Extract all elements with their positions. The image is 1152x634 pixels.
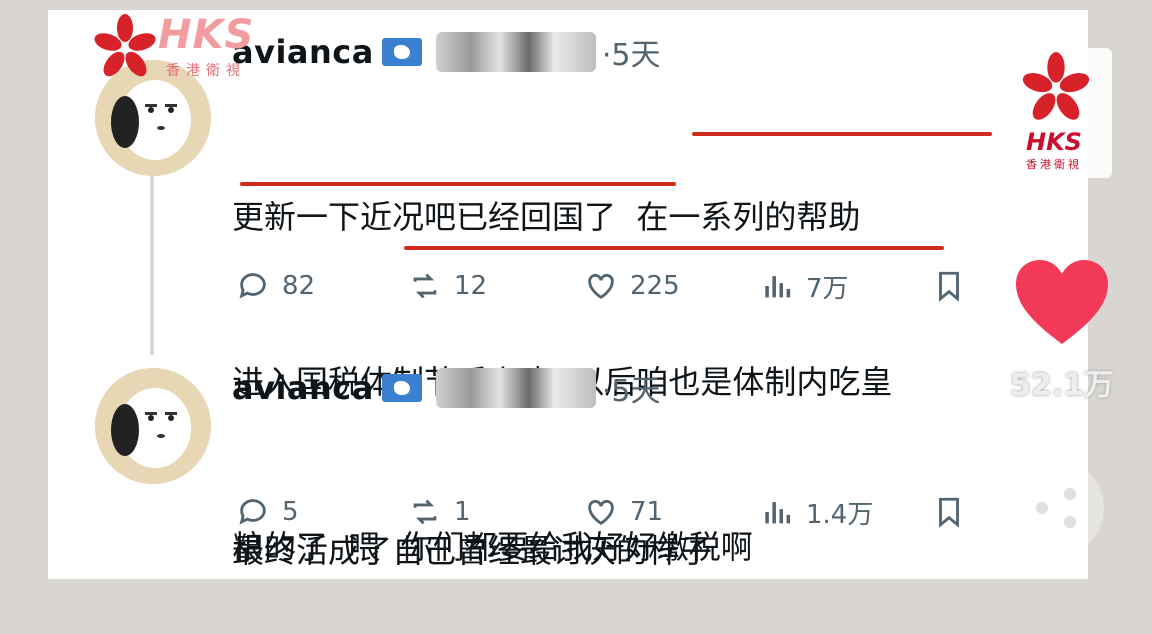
views-icon <box>765 502 791 524</box>
video-like-count: 52.1万 <box>1010 368 1115 403</box>
reply-icon <box>239 273 266 299</box>
flag-icon <box>381 374 422 402</box>
views-count: 7万 <box>806 273 849 304</box>
repost-icon <box>413 273 437 299</box>
post-actions: 82 12 225 7万 <box>236 264 996 308</box>
views-count: 1.4万 <box>806 499 874 530</box>
repost-button[interactable]: 1 <box>408 495 471 529</box>
like-icon <box>588 273 614 300</box>
avatar[interactable] <box>95 368 211 484</box>
post-header: avianca ·5天 <box>232 30 660 74</box>
repost-icon <box>413 499 437 525</box>
bauhinia-icon <box>94 14 156 77</box>
blurred-handle <box>435 32 596 72</box>
hks-watermark: HKS 香港衛視 <box>1002 48 1112 178</box>
video-like-button[interactable] <box>1012 256 1112 348</box>
share-button[interactable] <box>1008 460 1104 556</box>
share-icon <box>1036 488 1076 528</box>
post-line: 更新一下近况吧已经回国了 在一系列的帮助 <box>232 198 861 236</box>
bookmark-icon <box>939 271 959 302</box>
bauhinia-icon <box>1022 52 1090 120</box>
bookmark-button[interactable] <box>932 495 978 529</box>
snoopy-avatar-image <box>95 368 211 484</box>
reply-button[interactable]: 5 <box>236 495 299 529</box>
watermark-brand: HKS <box>158 12 255 58</box>
views-button[interactable]: 1.4万 <box>760 494 873 531</box>
post-actions: 5 1 71 1.4万 <box>236 490 996 534</box>
post-time[interactable]: ·5天 <box>602 366 661 410</box>
like-icon <box>588 499 614 526</box>
flag-icon <box>381 38 422 66</box>
thread-connector-line <box>150 150 154 355</box>
watermark-sub: 香港衛視 <box>166 63 246 79</box>
like-count: 225 <box>630 271 680 301</box>
hks-watermark: HKS 香港衛視 <box>90 12 280 82</box>
post-header: avianca ·5天 <box>232 366 660 410</box>
reply-count: 5 <box>282 497 299 527</box>
username[interactable]: avianca <box>232 369 374 407</box>
reply-count: 82 <box>282 271 316 301</box>
blurred-handle <box>435 368 596 408</box>
repost-count: 1 <box>454 497 471 527</box>
watermark-brand: HKS <box>1026 128 1082 156</box>
post-time[interactable]: ·5天 <box>602 30 661 74</box>
red-underline <box>404 246 944 250</box>
like-count: 71 <box>630 497 664 527</box>
heart-icon <box>1016 260 1108 344</box>
red-underline <box>240 182 676 186</box>
bookmark-button[interactable] <box>932 269 978 303</box>
like-button[interactable]: 225 <box>584 269 680 303</box>
repost-count: 12 <box>454 271 488 301</box>
bookmark-icon <box>939 497 959 528</box>
reply-button[interactable]: 82 <box>236 269 315 303</box>
views-button[interactable]: 7万 <box>760 268 849 305</box>
reply-icon <box>239 499 266 525</box>
like-button[interactable]: 71 <box>584 495 663 529</box>
red-underline <box>692 132 992 136</box>
repost-button[interactable]: 12 <box>408 269 487 303</box>
views-icon <box>765 276 791 298</box>
watermark-sub: 香港衛視 <box>1026 158 1082 171</box>
